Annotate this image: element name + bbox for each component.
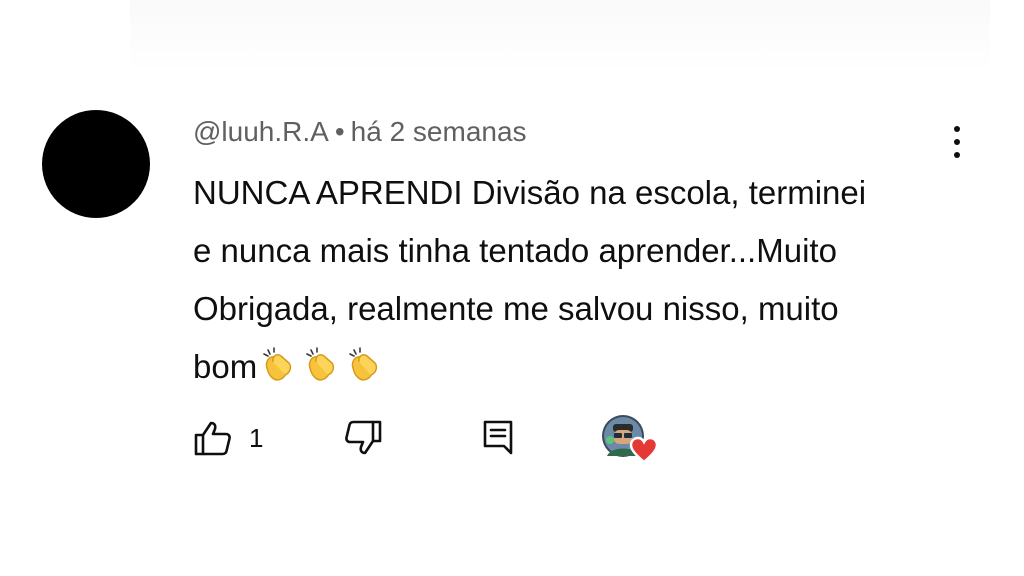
thumb-up-icon bbox=[194, 421, 231, 456]
reply-comment-icon bbox=[483, 420, 513, 455]
more-vertical-icon bbox=[954, 126, 960, 132]
comment-text-line-last: bom bbox=[193, 338, 953, 402]
comment-text-word: bom bbox=[193, 348, 258, 385]
dislike-button[interactable] bbox=[343, 416, 383, 460]
creator-heart-badge bbox=[601, 414, 661, 464]
reply-button[interactable] bbox=[481, 416, 517, 460]
comment-item: @luuh.R.A • há 2 semanas NUNCA APRENDI Div… bbox=[0, 0, 1024, 576]
more-dot bbox=[954, 152, 960, 158]
meta-separator: • bbox=[334, 116, 345, 147]
author-handle[interactable]: @luuh.R.A bbox=[193, 116, 329, 147]
creator-heart-icon bbox=[629, 436, 659, 464]
more-options-button[interactable] bbox=[944, 120, 970, 164]
comment-text-line: e nunca mais tinha tentado aprender...Mu… bbox=[193, 232, 837, 269]
like-count: 1 bbox=[249, 422, 264, 453]
comment-text: NUNCA APRENDI Divisão na escola, termine… bbox=[193, 164, 953, 402]
comment-meta: @luuh.R.A • há 2 semanas bbox=[193, 116, 527, 148]
like-button[interactable]: 1 bbox=[193, 416, 263, 460]
thumb-down-icon bbox=[345, 420, 382, 455]
avatar[interactable] bbox=[42, 110, 150, 218]
comment-text-line: Obrigada, realmente me salvou nisso, mui… bbox=[193, 290, 839, 327]
clapping-hands-emoji-group bbox=[259, 344, 388, 402]
clapping-hands-icon bbox=[349, 347, 378, 381]
comment-text-line: NUNCA APRENDI Divisão na escola, termine… bbox=[193, 174, 867, 211]
comment-time[interactable]: há 2 semanas bbox=[351, 116, 527, 147]
clapping-hands-icon bbox=[263, 347, 292, 381]
clapping-hands-icon bbox=[306, 347, 335, 381]
more-dot bbox=[954, 139, 960, 145]
